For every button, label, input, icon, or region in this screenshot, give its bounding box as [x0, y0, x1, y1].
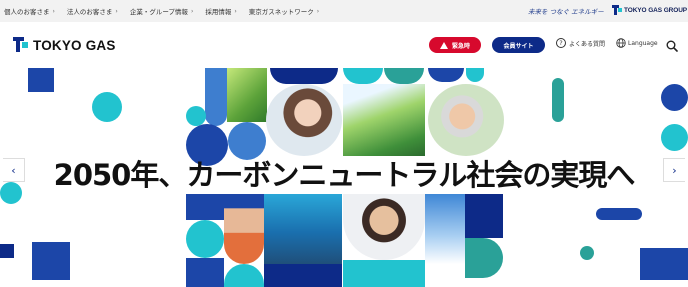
decor-circle	[186, 220, 224, 258]
chevron-right-icon: ›	[115, 7, 118, 15]
chevron-left-icon: ‹	[11, 163, 16, 177]
logo-text: TOKYO GAS	[33, 37, 116, 53]
decor-circle	[428, 68, 464, 82]
carousel-next-button[interactable]: ›	[663, 158, 685, 182]
logo-mark	[13, 37, 29, 53]
site-header: TOKYO GAS 緊急時 会員サイト ? よくある質問 Language	[0, 22, 688, 68]
decor-circle	[580, 246, 594, 260]
decor-circle	[466, 68, 484, 82]
carousel-prev-button[interactable]: ‹	[3, 158, 25, 182]
decor-square	[32, 242, 70, 280]
decor-circle	[224, 264, 264, 287]
decor-square	[186, 194, 224, 220]
emergency-button[interactable]: 緊急時	[429, 37, 481, 53]
decor-circle	[186, 106, 206, 126]
chevron-right-icon: ›	[672, 163, 677, 177]
decor-pill	[552, 78, 564, 122]
utility-bar: 個人のお客さま › 法人のお客さま › 企業・グループ情報 › 採用情報 › 東京ガスネ…	[0, 0, 688, 22]
decor-pill	[596, 208, 642, 220]
link-network[interactable]: 東京ガスネットワーク ›	[249, 6, 320, 17]
hero-banner[interactable]: 2050年、カーボンニュートラル社会の実現へ ‹ ›	[0, 68, 688, 287]
decor-circle	[92, 92, 122, 122]
member-site-button[interactable]: 会員サイト	[492, 37, 545, 53]
search-icon	[666, 40, 678, 52]
mother-baby-photo	[266, 84, 342, 156]
link-individual[interactable]: 個人のお客さま ›	[4, 6, 55, 17]
sky-clouds-photo	[425, 194, 465, 264]
chevron-right-icon: ›	[52, 7, 55, 15]
audience-links: 個人のお客さま › 法人のお客さま › 企業・グループ情報 › 採用情報 › 東京ガスネ…	[4, 0, 331, 22]
group-logo[interactable]: TOKYO GAS GROUP	[612, 5, 687, 15]
decor-square	[28, 68, 54, 92]
forest-photo	[343, 84, 425, 156]
chevron-right-icon: ›	[190, 7, 194, 15]
faq-link[interactable]: ? よくある質問	[556, 38, 605, 48]
warning-icon	[439, 41, 448, 49]
link-recruit[interactable]: 採用情報 ›	[205, 6, 237, 17]
question-icon: ?	[556, 38, 566, 48]
site-logo[interactable]: TOKYO GAS	[13, 37, 116, 53]
group-logo-mark	[612, 5, 622, 15]
decor-square	[264, 264, 342, 287]
language-selector[interactable]: Language	[616, 38, 658, 48]
link-company-info[interactable]: 企業・グループ情報 ›	[130, 6, 194, 17]
decor-half	[465, 238, 503, 278]
decor-circle	[661, 124, 688, 151]
elderly-couple-photo	[428, 84, 504, 156]
decor-half	[270, 68, 338, 84]
tagline: 未来を つなぐ エネルギー	[528, 8, 604, 16]
chevron-right-icon: ›	[316, 7, 320, 15]
decor-square	[640, 248, 688, 280]
decor-half	[343, 68, 383, 84]
green-leaves-photo	[227, 68, 267, 122]
decor-half	[384, 68, 424, 84]
decor-circle	[661, 84, 688, 111]
search-button[interactable]	[666, 37, 678, 56]
globe-icon	[616, 38, 626, 48]
coral-reef-photo	[264, 194, 342, 264]
couple-photo	[343, 194, 425, 260]
hero-headline: 2050年、カーボンニュートラル社会の実現へ	[53, 158, 636, 192]
decor-square	[343, 260, 425, 287]
decor-square	[0, 244, 14, 258]
decor-square	[186, 258, 224, 287]
decor-pill	[205, 68, 227, 126]
link-corporate[interactable]: 法人のお客さま ›	[67, 6, 118, 17]
decor-square	[465, 194, 503, 238]
chevron-right-icon: ›	[234, 7, 237, 15]
woman-smiling-photo	[224, 194, 264, 264]
